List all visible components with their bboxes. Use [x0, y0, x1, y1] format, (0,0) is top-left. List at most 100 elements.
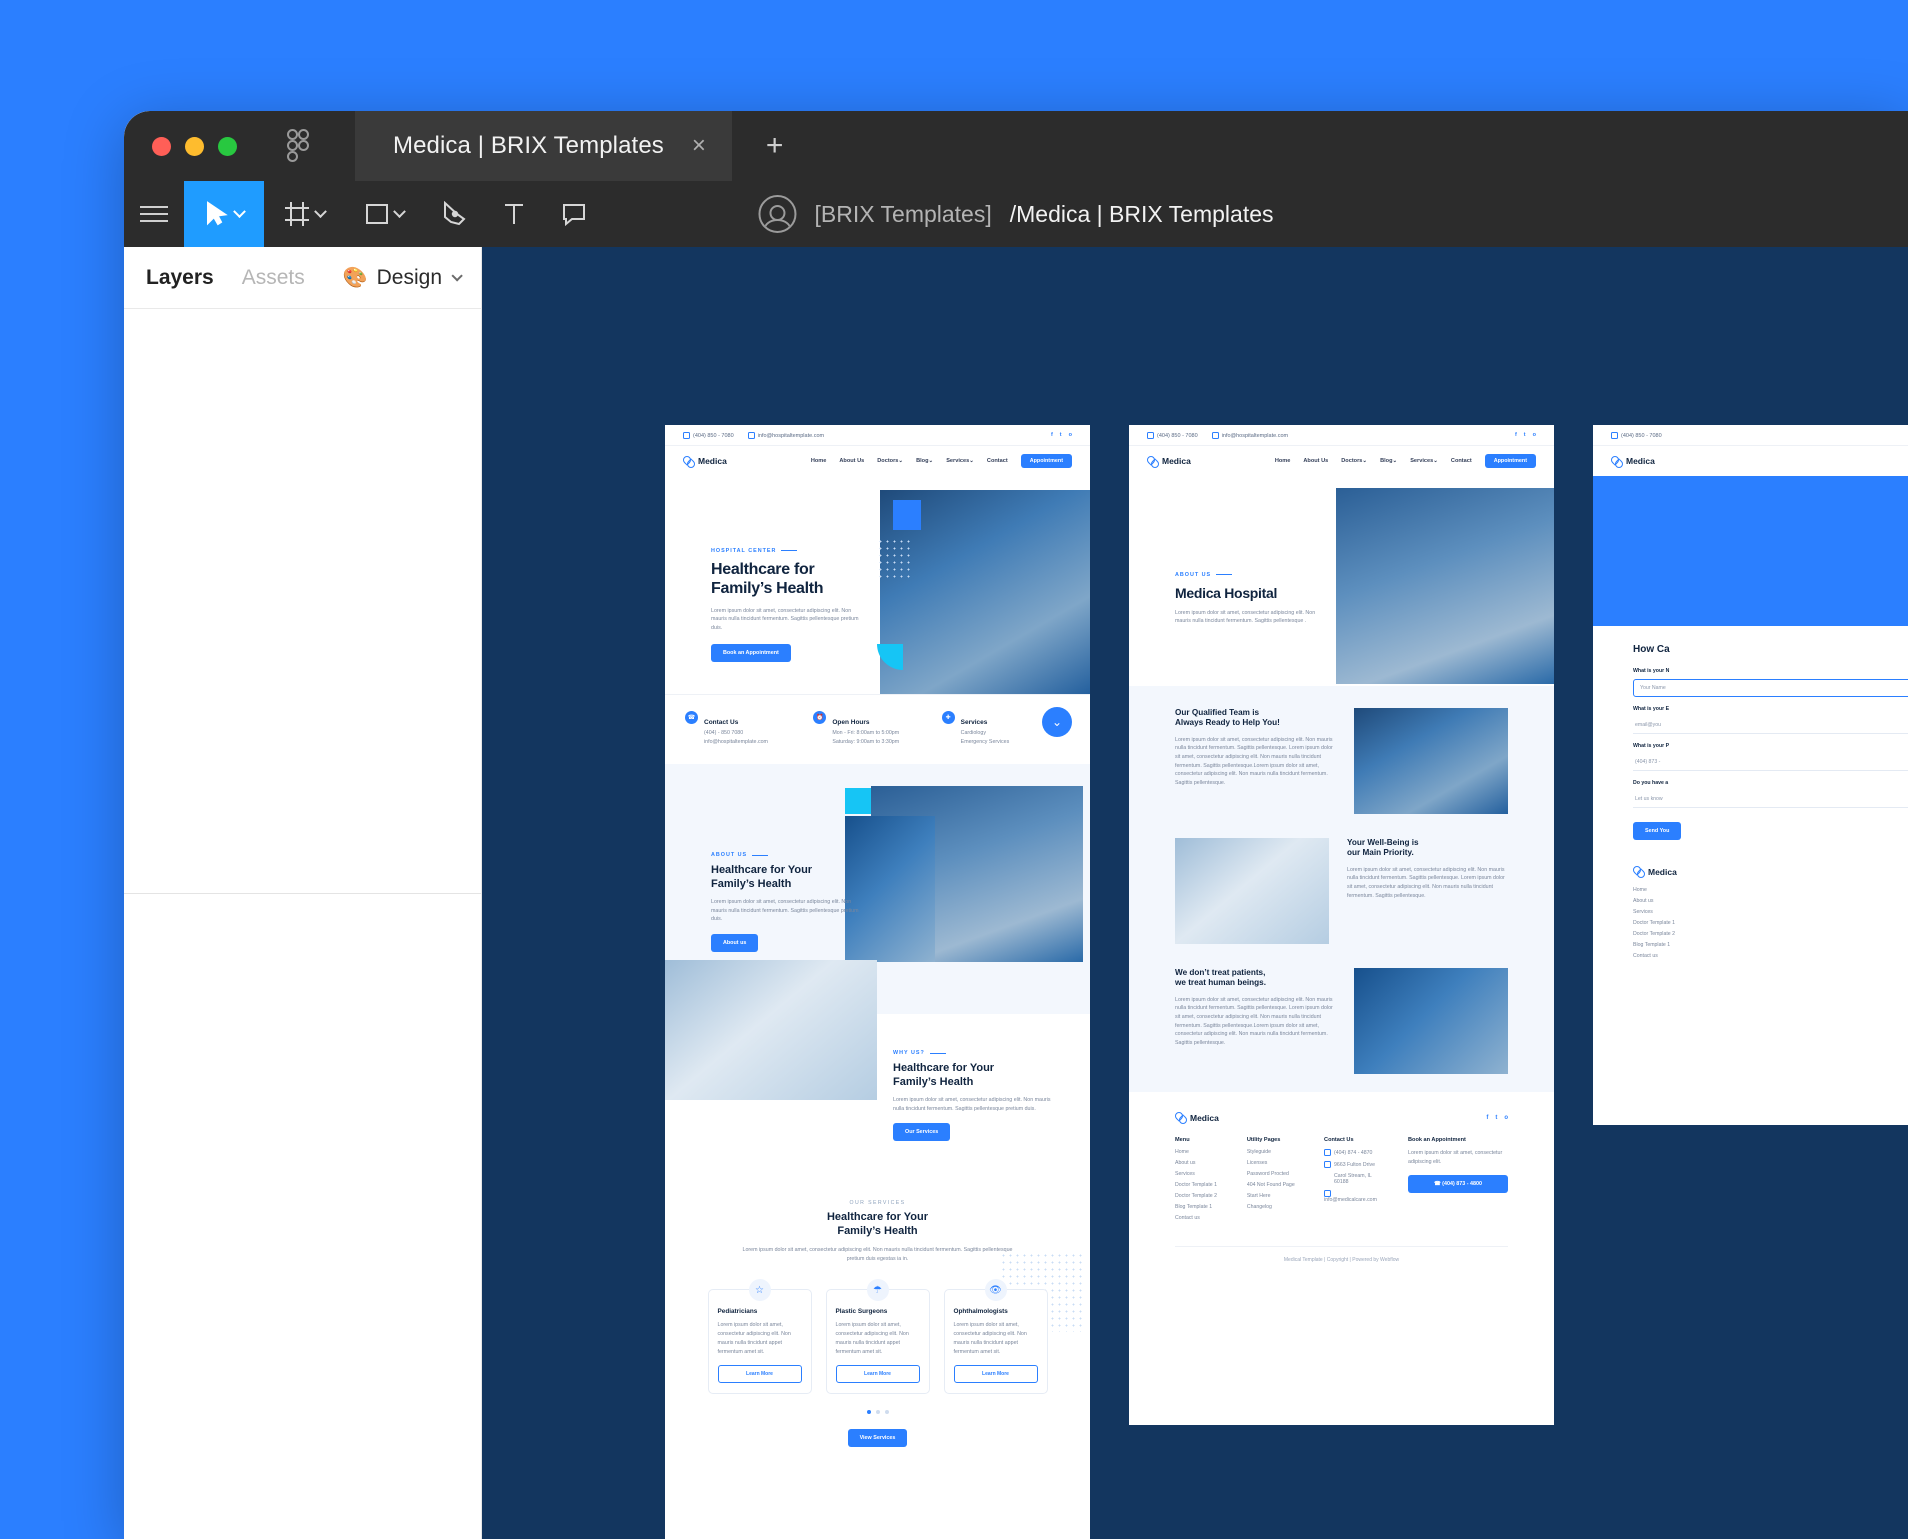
carousel-dots[interactable] [683, 1410, 1072, 1415]
footer-contact-email[interactable]: info@medicalcare.com [1324, 1190, 1386, 1203]
nav-blog[interactable]: Blog⌄ [1380, 458, 1397, 464]
view-services-button[interactable]: View Services [847, 1429, 908, 1448]
service-card[interactable]: 👁 Ophthalmologists Lorem ipsum dolor sit… [943, 1279, 1048, 1395]
mock1-phone[interactable]: (404) 850 - 7080 [683, 431, 734, 439]
footer-call-button[interactable]: ☎ (404) 873 - 4800 [1408, 1175, 1508, 1194]
nav-home[interactable]: Home [1275, 458, 1291, 464]
footer-social[interactable]: f t o [1486, 1115, 1508, 1121]
footer-link[interactable]: Home [1633, 887, 1908, 893]
footer-link[interactable]: Services [1175, 1171, 1225, 1177]
instagram-icon[interactable]: o [1533, 432, 1536, 438]
footer-link[interactable]: Changelog [1247, 1204, 1302, 1210]
footer-logo[interactable]: Medica [1633, 866, 1908, 877]
artboard-about[interactable]: (404) 850 - 7080 info@hospitaltemplate.c… [1129, 425, 1554, 1425]
close-window-button[interactable] [152, 136, 171, 156]
footer-link[interactable]: Doctor Template 1 [1633, 920, 1908, 926]
mock2-logo[interactable]: Medica [1147, 456, 1191, 467]
nav-appointment-button[interactable]: Appointment [1484, 454, 1536, 468]
frame-tool[interactable] [264, 181, 344, 247]
service-learn-more-button[interactable]: Learn More [835, 1365, 920, 1384]
nav-about[interactable]: About Us [839, 458, 864, 464]
twitter-icon[interactable]: t [1060, 432, 1062, 438]
mock3-logo[interactable]: Medica [1611, 456, 1655, 467]
facebook-icon[interactable]: f [1515, 432, 1517, 438]
footer-link[interactable]: Start Here [1247, 1193, 1302, 1199]
footer-link[interactable]: Contact us [1175, 1215, 1225, 1221]
move-tool[interactable] [184, 181, 264, 247]
why-cta-button[interactable]: Our Services [893, 1123, 951, 1142]
new-tab-button[interactable]: + [766, 131, 784, 161]
footer-link[interactable]: Services [1633, 909, 1908, 915]
footer-link[interactable]: 404 Not Found Page [1247, 1182, 1302, 1188]
twitter-icon[interactable]: t [1495, 1115, 1497, 1121]
tab-layers[interactable]: Layers [146, 266, 214, 290]
mock2-phone[interactable]: (404) 850 - 7080 [1147, 431, 1198, 439]
chevron-down-icon[interactable] [313, 204, 327, 218]
avatar[interactable] [758, 195, 797, 233]
mock2-nav-links[interactable]: Home About Us Doctors⌄ Blog⌄ Services⌄ C… [1275, 454, 1536, 468]
facebook-icon[interactable]: f [1051, 432, 1053, 438]
mock1-email[interactable]: info@hospitaltemplate.com [747, 431, 824, 439]
send-button[interactable]: Send You [1633, 822, 1682, 840]
email-field[interactable]: email@you [1633, 717, 1908, 734]
close-icon[interactable]: × [692, 134, 706, 158]
comment-tool[interactable] [544, 181, 604, 247]
nav-doctors[interactable]: Doctors⌄ [1341, 458, 1367, 464]
service-learn-more-button[interactable]: Learn More [953, 1365, 1038, 1384]
footer-link[interactable]: About us [1633, 898, 1908, 904]
footer-link[interactable]: Doctor Template 2 [1175, 1193, 1225, 1199]
twitter-icon[interactable]: t [1524, 432, 1526, 438]
nav-contact[interactable]: Contact [987, 458, 1008, 464]
nav-home[interactable]: Home [811, 458, 827, 464]
layer-list[interactable] [124, 309, 481, 894]
mock3-phone[interactable]: (404) 850 - 7080 [1611, 431, 1662, 439]
pen-tool[interactable] [424, 181, 484, 247]
design-tab[interactable]: 🎨 Design [343, 265, 463, 290]
footer-link[interactable]: Password Procted [1247, 1171, 1302, 1177]
footer-link[interactable]: Blog Template 1 [1633, 942, 1908, 948]
instagram-icon[interactable]: o [1504, 1115, 1508, 1121]
window-controls[interactable] [152, 136, 237, 156]
mock2-email[interactable]: info@hospitaltemplate.com [1211, 431, 1288, 439]
phone-field[interactable]: (404) 873 - [1633, 754, 1908, 771]
mock1-nav-links[interactable]: Home About Us Doctors⌄ Blog⌄ Services⌄ C… [811, 454, 1072, 468]
text-tool[interactable] [484, 181, 544, 247]
nav-services[interactable]: Services⌄ [1410, 458, 1438, 464]
footer-link[interactable]: About us [1175, 1160, 1225, 1166]
footer-link[interactable]: Licenses [1247, 1160, 1302, 1166]
footer-link[interactable]: Styleguide [1247, 1149, 1302, 1155]
nav-blog[interactable]: Blog⌄ [916, 458, 933, 464]
footer-link[interactable]: Home [1175, 1149, 1225, 1155]
about-cta-button[interactable]: About us [711, 934, 759, 953]
footer-link[interactable]: Blog Template 1 [1175, 1204, 1225, 1210]
rectangle-tool[interactable] [344, 181, 424, 247]
message-field[interactable]: Let us know [1633, 791, 1908, 808]
nav-doctors[interactable]: Doctors⌄ [877, 458, 903, 464]
mock1-logo[interactable]: Medica [683, 456, 727, 467]
nav-appointment-button[interactable]: Appointment [1020, 454, 1072, 468]
service-card[interactable]: ☂ Plastic Surgeons Lorem ipsum dolor sit… [825, 1279, 930, 1395]
chevron-down-icon[interactable] [392, 204, 406, 218]
breadcrumb-file[interactable]: /Medica | BRIX Templates [1010, 201, 1274, 228]
hero-cta-button[interactable]: Book an Appointment [711, 643, 791, 662]
mock1-social[interactable]: f t o [1051, 432, 1072, 438]
instagram-icon[interactable]: o [1069, 432, 1072, 438]
maximize-window-button[interactable] [218, 136, 237, 156]
mock2-social[interactable]: f t o [1515, 432, 1536, 438]
service-card[interactable]: ☆ Pediatricians Lorem ipsum dolor sit am… [707, 1279, 812, 1395]
chevron-down-icon[interactable] [232, 204, 246, 218]
footer-link[interactable]: Doctor Template 1 [1175, 1182, 1225, 1188]
minimize-window-button[interactable] [185, 136, 204, 156]
footer-link[interactable]: Contact us [1633, 953, 1908, 959]
breadcrumb-team[interactable]: [BRIX Templates] [814, 201, 991, 228]
menu-icon[interactable] [124, 181, 184, 247]
footer-link[interactable]: Doctor Template 2 [1633, 931, 1908, 937]
chevron-down-icon[interactable] [451, 269, 463, 282]
name-field[interactable]: Your Name [1633, 679, 1908, 697]
file-tab[interactable]: Medica | BRIX Templates × [355, 111, 732, 181]
scroll-down-button[interactable]: ⌄ [1042, 707, 1072, 737]
nav-about[interactable]: About Us [1303, 458, 1328, 464]
service-learn-more-button[interactable]: Learn More [717, 1365, 802, 1384]
tab-assets[interactable]: Assets [242, 266, 305, 290]
design-canvas[interactable]: (404) 850 - 7080 info@hospitaltemplate.c… [482, 247, 1908, 1539]
